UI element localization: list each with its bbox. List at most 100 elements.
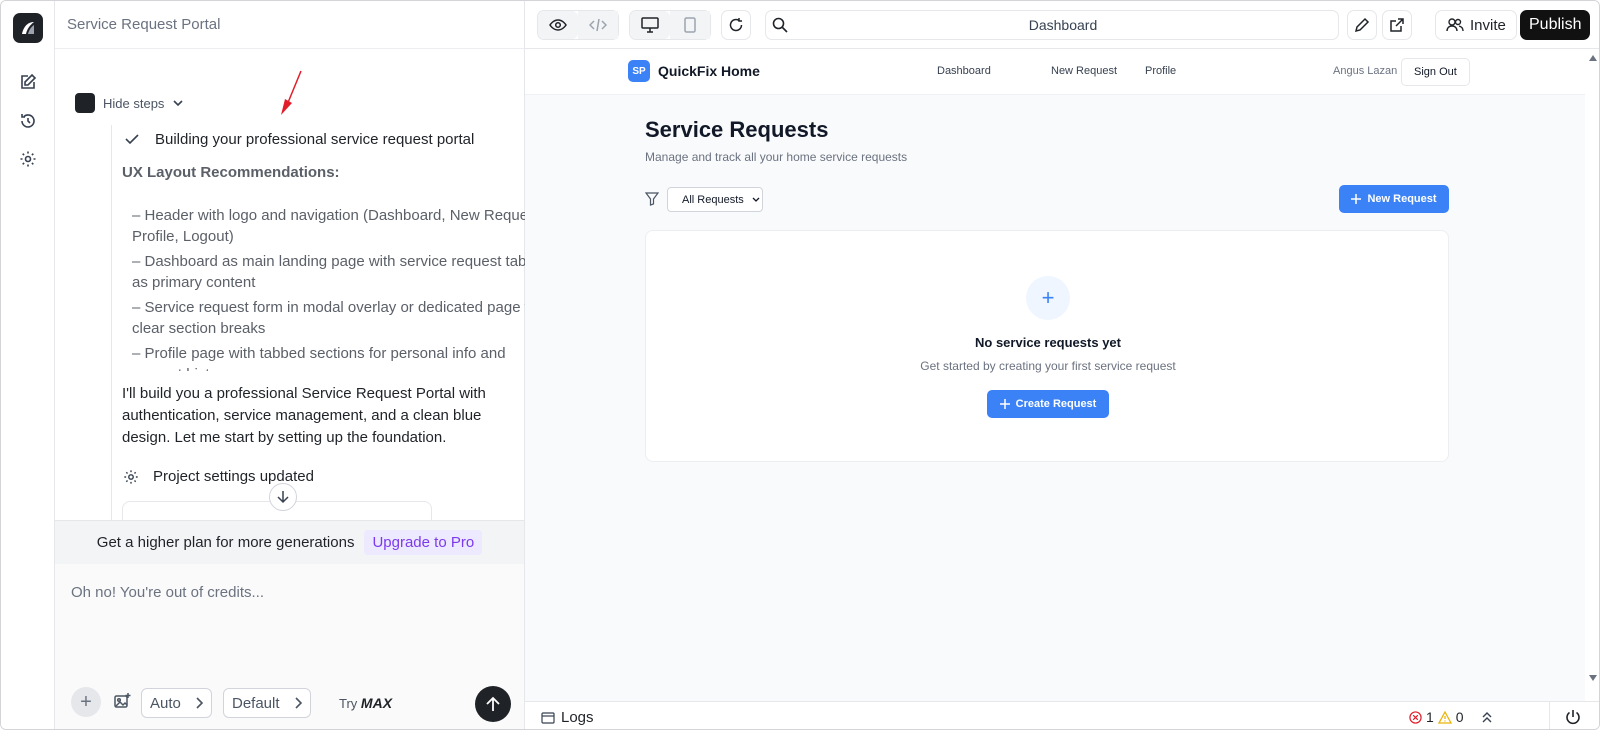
max-label: MAX	[360, 695, 393, 711]
create-request-button[interactable]: Create Request	[987, 390, 1109, 418]
chat-panel: Service Request Portal Hide steps Buildi…	[55, 1, 551, 729]
settings-updated-label: Project settings updated	[153, 468, 314, 485]
left-rail	[1, 1, 55, 729]
try-label: Try	[339, 696, 358, 711]
mode-auto-label: Auto	[150, 694, 181, 712]
app-logo[interactable]	[13, 13, 43, 43]
upgrade-text: Get a higher plan for more generations	[96, 534, 355, 551]
steps-timeline-line	[111, 125, 112, 525]
upgrade-banner: Get a higher plan for more generations U…	[55, 520, 524, 564]
code-view-icon[interactable]	[578, 11, 618, 39]
add-attachment-button[interactable]: +	[71, 687, 101, 717]
logs-label: Logs	[561, 709, 594, 726]
assistant-message: I'll build you a professional Service Re…	[122, 385, 486, 446]
filter-value: All Requests	[682, 193, 744, 206]
error-count: 1	[1426, 709, 1434, 725]
hide-steps-toggle[interactable]: Hide steps	[75, 93, 184, 113]
users-icon	[1446, 18, 1464, 32]
preview-toolbar: Dashboard Invite Publish	[525, 1, 1599, 49]
preview-eye-icon[interactable]	[538, 11, 578, 39]
step-label: Building your professional service reque…	[155, 130, 475, 148]
status-filter-select[interactable]: All Requests	[667, 187, 763, 212]
bottom-bar: Logs 1 0	[525, 701, 1599, 729]
empty-state-title: No service requests yet	[975, 335, 1121, 350]
composer: Oh no! You're out of credits... + Auto D…	[55, 564, 524, 729]
logs-button[interactable]: Logs	[541, 709, 594, 726]
history-icon[interactable]	[17, 110, 39, 132]
desktop-icon[interactable]	[630, 11, 670, 39]
edit-pencil-icon[interactable]	[1347, 10, 1377, 40]
empty-state-subtitle: Get started by creating your first servi…	[920, 359, 1176, 373]
mode-default-label: Default	[232, 694, 280, 712]
chevron-down-icon	[173, 100, 183, 107]
chevrons-up-icon[interactable]	[1482, 711, 1492, 723]
site-nav-links: Dashboard New Request Profile	[937, 65, 1176, 77]
refresh-icon[interactable]	[721, 10, 751, 40]
annotation-arrow	[281, 70, 302, 115]
chevron-right-icon	[196, 697, 203, 709]
invite-label: Invite	[1470, 16, 1506, 34]
create-request-label: Create Request	[1015, 398, 1097, 410]
send-button[interactable]	[475, 686, 511, 722]
panel-icon	[541, 711, 555, 724]
view-mode-toggle	[537, 10, 619, 40]
ux-recommendations-title: UX Layout Recommendations:	[122, 164, 340, 181]
site-header: SP QuickFix Home Dashboard New Request P…	[525, 49, 1585, 95]
chevron-down-icon	[752, 197, 760, 202]
power-icon[interactable]	[1565, 709, 1581, 725]
preview-scrollbar[interactable]	[1585, 49, 1599, 701]
search-icon	[772, 17, 788, 33]
plus-icon	[999, 399, 1010, 409]
edit-icon[interactable]	[17, 71, 39, 93]
filter-icon	[645, 192, 659, 206]
agent-avatar	[75, 93, 95, 113]
scroll-up-arrow-icon	[1589, 55, 1597, 61]
chevron-right-icon	[294, 697, 302, 709]
page-subtitle: Manage and track all your home service r…	[645, 150, 908, 164]
hide-steps-label: Hide steps	[103, 95, 165, 111]
scroll-down-button[interactable]	[269, 483, 297, 511]
ux-recommendations-list: – Header with logo and navigation (Dashb…	[132, 205, 552, 371]
list-item: – Service request form in modal overlay …	[132, 299, 552, 337]
external-link-icon[interactable]	[1382, 10, 1412, 40]
new-request-button[interactable]: New Request	[1339, 185, 1449, 213]
nav-profile[interactable]: Profile	[1145, 65, 1176, 77]
warning-count: 0	[1455, 709, 1464, 725]
gear-icon	[124, 469, 138, 484]
composer-input[interactable]: Oh no! You're out of credits...	[71, 584, 264, 601]
publish-button[interactable]: Publish	[1520, 10, 1591, 40]
check-icon	[125, 134, 139, 145]
list-item: – Header with logo and navigation (Dashb…	[132, 207, 544, 245]
problems-indicator[interactable]: 1 0	[1409, 709, 1492, 725]
invite-button[interactable]: Invite	[1435, 10, 1517, 40]
mobile-icon[interactable]	[670, 11, 710, 39]
project-title: Service Request Portal	[55, 1, 524, 49]
app-window: Service Request Portal Hide steps Buildi…	[0, 0, 1600, 730]
error-icon	[1409, 710, 1422, 724]
divider	[1549, 702, 1550, 729]
settings-gear-icon[interactable]	[17, 148, 39, 170]
site-brand[interactable]: SP QuickFix Home	[628, 60, 760, 82]
arrow-up-icon	[486, 696, 500, 711]
try-max-link[interactable]: Try MAX	[339, 695, 392, 711]
url-text: Dashboard	[1028, 17, 1098, 33]
plus-icon	[1351, 194, 1362, 204]
mode-auto-button[interactable]: Auto	[141, 688, 212, 718]
step-completed: Building your professional service reque…	[123, 130, 474, 148]
sign-out-button[interactable]: Sign Out	[1401, 58, 1470, 86]
warning-icon	[1437, 710, 1452, 724]
app-preview: SP QuickFix Home Dashboard New Request P…	[525, 49, 1585, 701]
new-request-label: New Request	[1367, 193, 1437, 205]
device-toggle	[629, 10, 711, 40]
list-item: – Profile page with tabbed sections for …	[132, 345, 506, 371]
upgrade-button[interactable]: Upgrade to Pro	[364, 530, 483, 555]
preview-area: Dashboard Invite Publish SP QuickFix Hom…	[525, 1, 1599, 729]
mode-default-button[interactable]: Default	[223, 688, 311, 718]
nav-new-request[interactable]: New Request	[1051, 65, 1145, 77]
url-bar[interactable]: Dashboard	[765, 10, 1339, 40]
list-item: – Dashboard as main landing page with se…	[132, 253, 539, 291]
nav-dashboard[interactable]: Dashboard	[937, 65, 1051, 77]
scroll-down-arrow-icon	[1589, 675, 1597, 681]
user-name: Angus Lazan	[1333, 65, 1398, 77]
image-upload-icon[interactable]	[113, 692, 133, 712]
